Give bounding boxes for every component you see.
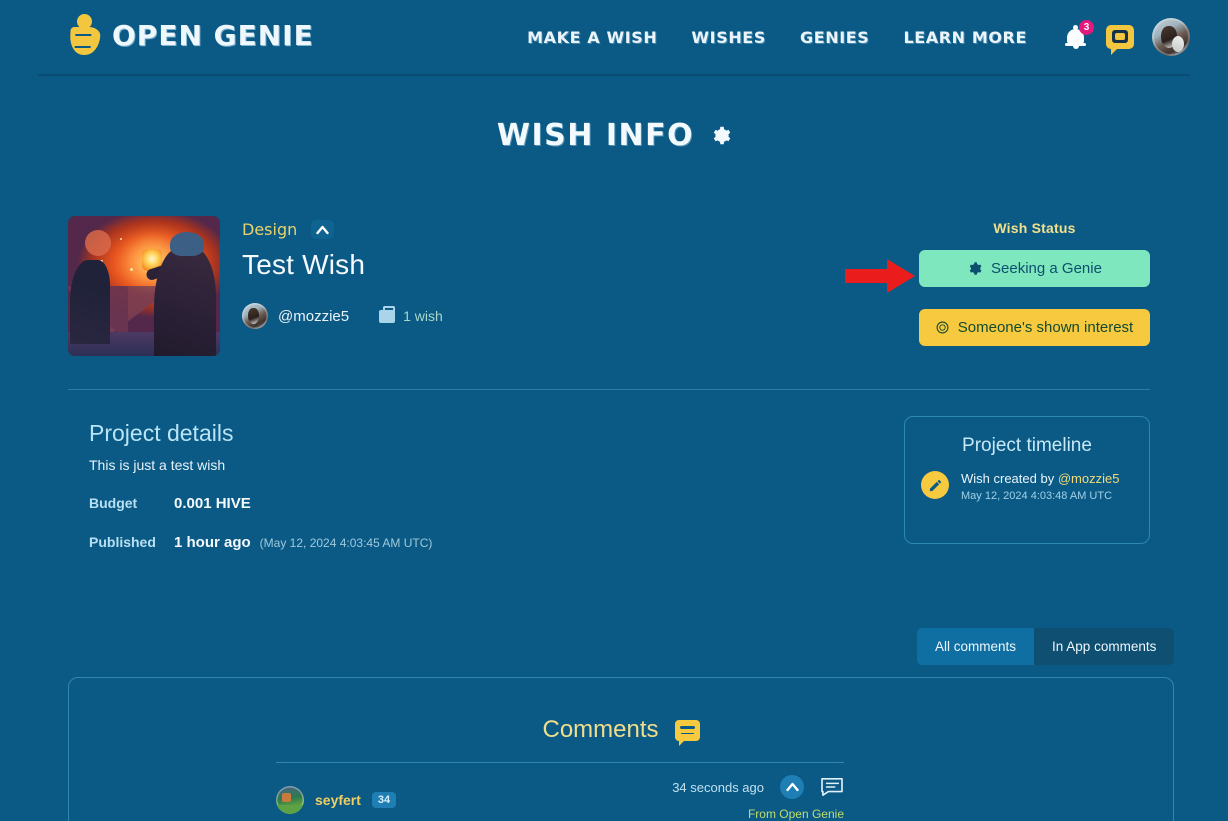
budget-row: Budget 0.001 HIVE bbox=[89, 495, 709, 512]
nav-wishes[interactable]: WISHES bbox=[674, 28, 783, 47]
project-description: This is just a test wish bbox=[89, 457, 226, 473]
user-avatar[interactable] bbox=[1152, 18, 1190, 56]
comment-tabs: All comments In App comments bbox=[917, 628, 1175, 665]
published-exact-date: (May 12, 2024 4:03:45 AM UTC) bbox=[259, 536, 433, 550]
page-title-row: WISH INFO bbox=[0, 118, 1228, 153]
wish-status-title: Wish Status bbox=[993, 220, 1076, 236]
main-navigation: MAKE A WISH WISHES GENIES LEARN MORE 3 bbox=[510, 0, 1190, 74]
section-divider bbox=[68, 389, 1150, 390]
brand-logo[interactable]: OPEN GENIE bbox=[68, 12, 314, 58]
chevron-up-icon[interactable] bbox=[311, 220, 335, 239]
published-value: 1 hour ago bbox=[174, 534, 251, 551]
comment-reply-button[interactable] bbox=[820, 777, 844, 797]
timeline-event-prefix: Wish created by bbox=[961, 471, 1058, 486]
header-divider bbox=[38, 74, 1190, 76]
wish-title: Test Wish bbox=[242, 249, 366, 280]
coin-icon bbox=[936, 321, 949, 334]
comment-meta: 34 seconds ago From Open Genie bbox=[672, 775, 844, 821]
wish-status-block: Wish Status Seeking a Genie Someone's sh… bbox=[919, 220, 1150, 346]
published-label: Published bbox=[89, 534, 156, 550]
wish-summary: Design Test Wish @mozzie5 1 wish bbox=[242, 220, 443, 329]
comment-author-group[interactable]: seyfert 34 bbox=[276, 786, 397, 814]
genie-lamp-icon bbox=[68, 12, 102, 58]
author-avatar bbox=[242, 303, 268, 329]
someone-shown-interest-label: Someone's shown interest bbox=[957, 319, 1134, 336]
chat-bubble-icon[interactable] bbox=[1106, 25, 1134, 55]
comment-source: From Open Genie bbox=[747, 807, 844, 821]
comments-divider bbox=[276, 762, 844, 763]
wish-count-group: 1 wish bbox=[379, 305, 443, 324]
someone-shown-interest-button[interactable]: Someone's shown interest bbox=[919, 309, 1150, 346]
project-details-section: Project details This is just a test wish… bbox=[89, 420, 709, 551]
timeline-event-time: May 12, 2024 4:03:48 AM UTC bbox=[961, 490, 1113, 502]
nav-icon-group: 3 bbox=[1064, 18, 1190, 56]
red-arrow-annotation bbox=[845, 259, 915, 293]
timeline-event-user[interactable]: @mozzie5 bbox=[1058, 471, 1120, 486]
budget-value: 0.001 HIVE bbox=[174, 495, 251, 512]
nav-genies[interactable]: GENIES bbox=[783, 28, 886, 47]
project-details-heading: Project details bbox=[89, 420, 234, 446]
comment-author-avatar bbox=[276, 786, 304, 814]
comment-author-reputation: 34 bbox=[371, 792, 397, 808]
wish-category-row: Design bbox=[242, 220, 443, 239]
tab-all-comments[interactable]: All comments bbox=[917, 628, 1035, 665]
brand-name: OPEN GENIE bbox=[112, 18, 314, 52]
wish-artwork-image bbox=[68, 216, 220, 356]
nav-make-a-wish[interactable]: MAKE A WISH bbox=[510, 28, 674, 47]
wish-author-row: @mozzie5 1 wish bbox=[242, 303, 443, 329]
wish-thumbnail[interactable] bbox=[68, 216, 220, 356]
comments-heading: Comments bbox=[542, 716, 659, 743]
wish-category[interactable]: Design bbox=[242, 220, 297, 239]
pencil-icon bbox=[921, 471, 949, 499]
bell-icon[interactable]: 3 bbox=[1064, 20, 1094, 50]
briefcase-icon bbox=[379, 305, 396, 323]
speech-bubble-icon bbox=[674, 719, 700, 746]
comment-upvote-button[interactable] bbox=[780, 775, 804, 799]
seeking-a-genie-button[interactable]: Seeking a Genie bbox=[919, 250, 1150, 287]
comment-meta-row: 34 seconds ago bbox=[672, 775, 844, 799]
nav-learn-more[interactable]: LEARN MORE bbox=[886, 28, 1044, 47]
timeline-event-text: Wish created by @mozzie5 bbox=[961, 471, 1119, 486]
comments-heading-row: Comments bbox=[69, 716, 1173, 746]
page-title: WISH INFO bbox=[496, 118, 695, 153]
author-name: @mozzie5 bbox=[278, 307, 350, 325]
timeline-event: Wish created by @mozzie5 May 12, 2024 4:… bbox=[905, 457, 1149, 502]
comment-time-ago: 34 seconds ago bbox=[672, 779, 764, 795]
seeking-a-genie-label: Seeking a Genie bbox=[991, 260, 1102, 277]
budget-label: Budget bbox=[89, 495, 138, 511]
gear-icon[interactable] bbox=[710, 125, 731, 146]
gear-icon bbox=[969, 262, 982, 275]
comment-list-item: seyfert 34 34 seconds ago From Open Geni… bbox=[276, 775, 844, 821]
notification-count-badge: 3 bbox=[1079, 20, 1094, 35]
wish-count: 1 wish bbox=[403, 308, 443, 324]
project-timeline-card: Project timeline Wish created by @mozzie… bbox=[904, 416, 1150, 544]
tab-in-app-comments[interactable]: In App comments bbox=[1034, 628, 1175, 665]
published-row: Published 1 hour ago (May 12, 2024 4:03:… bbox=[89, 534, 709, 551]
wish-author[interactable]: @mozzie5 bbox=[242, 303, 349, 329]
comment-author-name: seyfert bbox=[315, 792, 361, 808]
top-header: OPEN GENIE MAKE A WISH WISHES GENIES LEA… bbox=[0, 0, 1228, 76]
project-timeline-heading: Project timeline bbox=[962, 435, 1092, 456]
